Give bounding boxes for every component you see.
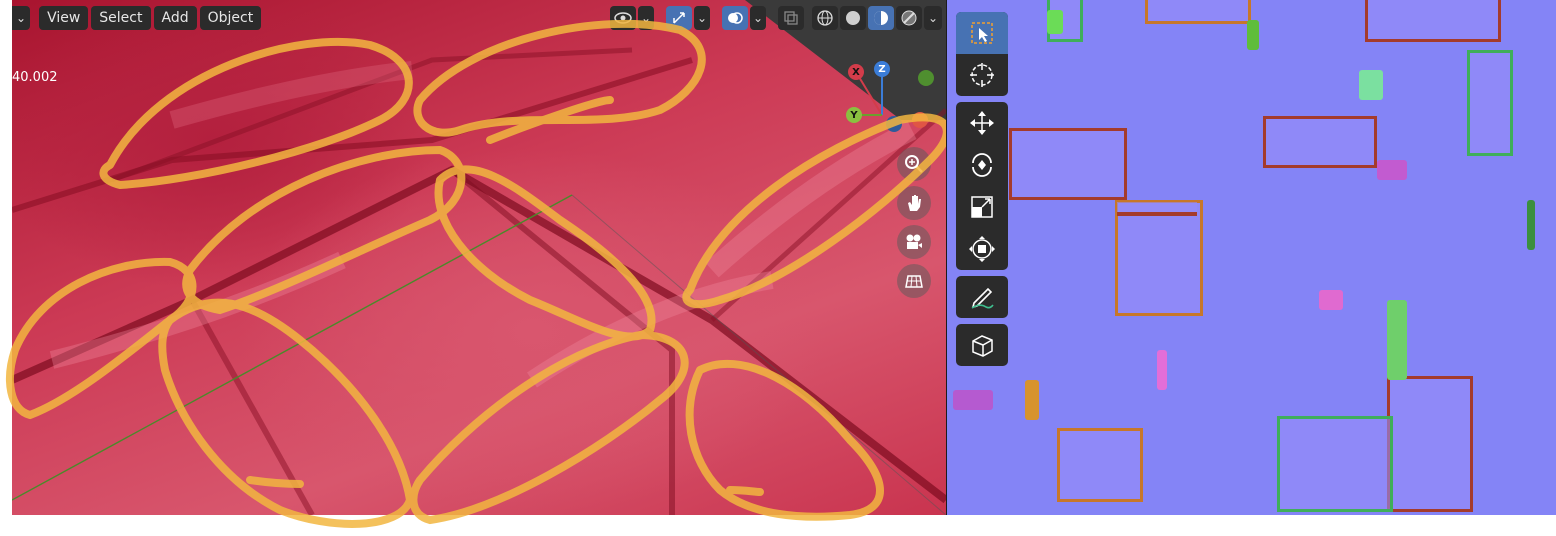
uv-island	[1057, 428, 1143, 502]
move-icon[interactable]	[956, 102, 1008, 144]
grid-icon[interactable]	[897, 264, 931, 298]
uv-blob	[1387, 300, 1407, 380]
uv-island	[1145, 0, 1251, 24]
add-menu[interactable]: Add	[153, 6, 197, 30]
uv-blob	[1319, 290, 1343, 310]
object-menu[interactable]: Object	[199, 6, 262, 30]
axis-z-ball[interactable]: Z	[874, 61, 890, 77]
gizmo-icon[interactable]	[666, 6, 692, 30]
uv-island	[1115, 200, 1203, 316]
camera-icon[interactable]	[897, 225, 931, 259]
xray-icon[interactable]	[778, 6, 804, 30]
wireframe-shading-icon[interactable]	[812, 6, 838, 30]
viewport-header-tools: ⌄ ⌄ ⌄ ⌄	[610, 6, 942, 30]
select-box-icon[interactable]	[956, 12, 1008, 54]
uv-island	[1277, 416, 1393, 512]
axis-x-ball[interactable]: X	[848, 64, 864, 80]
uv-blob	[1527, 200, 1535, 250]
uv-island	[1467, 50, 1513, 156]
editor-type-chevron-icon[interactable]: ⌄	[12, 6, 31, 30]
transform-tool-group	[956, 102, 1008, 270]
3d-viewport[interactable]: ⌄ View Select Add Object 40.002 ⌄ ⌄ ⌄ ⌄ …	[12, 0, 946, 515]
axis-neg-z-ball[interactable]	[886, 116, 902, 132]
visibility-dropdown-chevron-icon[interactable]: ⌄	[638, 6, 654, 30]
uv-blob	[1157, 350, 1167, 390]
overlay-icon[interactable]	[722, 6, 748, 30]
image-editor-normal-map[interactable]	[946, 0, 1556, 515]
uv-island	[1365, 0, 1501, 42]
uv-island	[1009, 128, 1127, 200]
mesh-surface	[12, 47, 946, 515]
uv-island	[1117, 202, 1197, 216]
uv-blob	[1359, 70, 1383, 100]
overlay-dropdown-chevron-icon[interactable]: ⌄	[750, 6, 766, 30]
navigation-gizmo[interactable]: X Z Y	[842, 60, 942, 132]
rendered-shading-icon[interactable]	[896, 6, 922, 30]
pan-hand-icon[interactable]	[897, 186, 931, 220]
scale-icon[interactable]	[956, 186, 1008, 228]
transform-icon[interactable]	[956, 228, 1008, 270]
add-cube-icon[interactable]	[956, 324, 1008, 366]
viewport-header-menu: ⌄ View Select Add Object	[12, 6, 262, 30]
add-tool-group	[956, 324, 1008, 366]
tool-shelf	[956, 12, 1008, 372]
axis-neg-x-ball[interactable]	[912, 112, 928, 128]
axis-y-ball[interactable]: Y	[846, 107, 862, 123]
annotate-tool-group	[956, 276, 1008, 318]
uv-island	[1387, 376, 1473, 512]
select-menu[interactable]: Select	[91, 6, 151, 30]
uv-blob	[1377, 160, 1407, 180]
rotate-icon[interactable]	[956, 144, 1008, 186]
cursor-icon[interactable]	[956, 54, 1008, 96]
axis-neg-y-ball[interactable]	[918, 70, 934, 86]
uv-blob	[1247, 20, 1259, 50]
annotate-pencil-icon[interactable]	[956, 276, 1008, 318]
uv-island	[1263, 116, 1377, 168]
material-shading-icon[interactable]	[868, 6, 894, 30]
uv-blob	[1025, 380, 1039, 420]
gizmo-dropdown-chevron-icon[interactable]: ⌄	[694, 6, 710, 30]
select-tool-group	[956, 12, 1008, 96]
uv-blob	[1047, 10, 1063, 34]
solid-shading-icon[interactable]	[840, 6, 866, 30]
shading-dropdown-chevron-icon[interactable]: ⌄	[924, 6, 942, 30]
zoom-icon[interactable]	[897, 147, 931, 181]
uv-blob	[953, 390, 993, 410]
visibility-icon[interactable]	[610, 6, 636, 30]
viewport-stat-text: 40.002	[12, 70, 58, 85]
view-menu[interactable]: View	[39, 6, 89, 30]
